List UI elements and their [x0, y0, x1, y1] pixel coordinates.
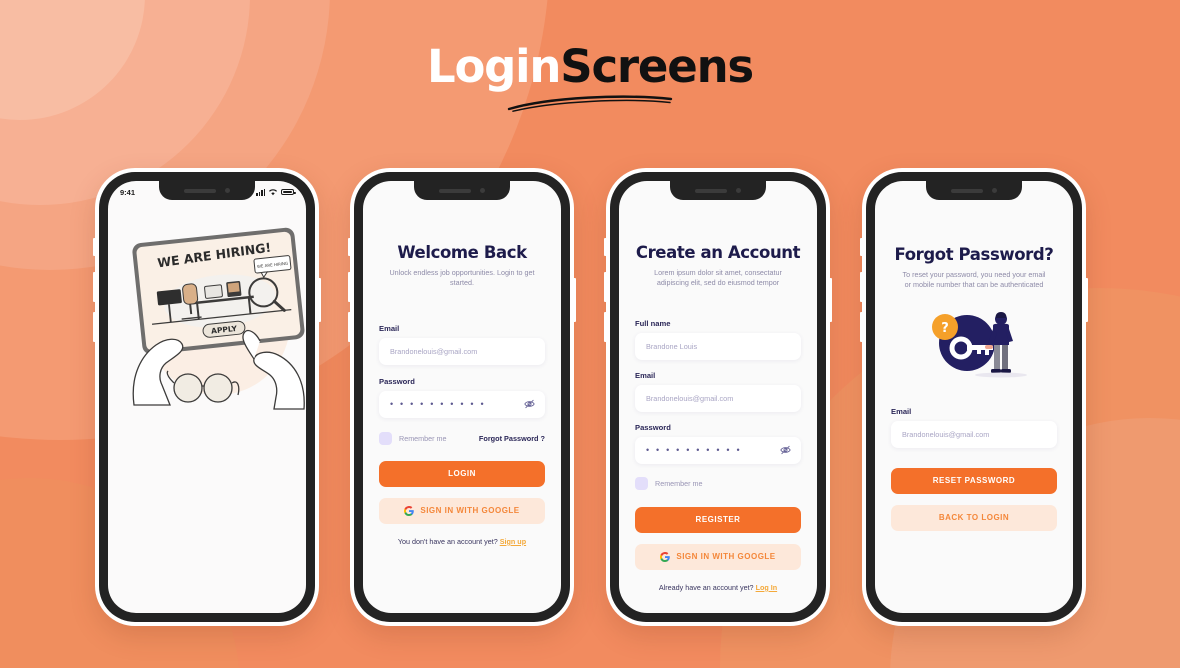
wifi-icon — [269, 189, 277, 196]
front-camera — [736, 188, 741, 193]
phone-power-button[interactable] — [829, 278, 832, 322]
password-input[interactable]: • • • • • • • • • • — [379, 390, 545, 418]
phone-onboarding: 9:41 WE ARE HIRING! WE ARE HIRING APPLY — [93, 168, 321, 626]
phone-volume-down[interactable] — [860, 312, 863, 342]
eye-off-icon[interactable] — [524, 399, 535, 409]
email-input[interactable]: Brandonelouis@gmail.com — [635, 384, 801, 412]
phone-mute-switch[interactable] — [604, 238, 607, 256]
phone-volume-up[interactable] — [93, 272, 96, 302]
phone-volume-down[interactable] — [348, 312, 351, 342]
back-to-login-button[interactable]: BACK TO LOGIN — [891, 504, 1057, 531]
email-placeholder: Brandonelouis@gmail.com — [390, 346, 478, 356]
status-time: 9:41 — [120, 187, 136, 197]
email-placeholder: Brandonelouis@gmail.com — [902, 429, 990, 439]
password-value: • • • • • • • • • • — [390, 399, 486, 410]
phone-volume-up[interactable] — [348, 272, 351, 302]
front-camera — [992, 188, 997, 193]
email-placeholder: Brandonelouis@gmail.com — [646, 393, 734, 403]
google-sign-in-label: SIGN IN WITH GOOGLE — [420, 506, 520, 516]
poster-canvas: LoginScreens 9:41 WE ARE HIRING! WE ARE … — [0, 0, 1180, 668]
forgot-heading: Forgot Password? — [894, 245, 1054, 264]
speaker-grille — [184, 188, 216, 193]
google-icon — [404, 505, 415, 516]
fullname-label: Full name — [635, 318, 671, 328]
phone-volume-down[interactable] — [93, 312, 96, 342]
battery-icon — [281, 188, 296, 196]
phone-notch — [159, 181, 255, 200]
register-button[interactable]: REGISTER — [635, 506, 801, 533]
google-sign-in-button[interactable]: SIGN IN WITH GOOGLE — [379, 497, 545, 524]
phone-mute-switch[interactable] — [348, 238, 351, 256]
phone-login: Welcome Back Unlock endless job opportun… — [348, 168, 576, 626]
title-underline-swoosh — [507, 95, 673, 112]
login-subtitle: Unlock endless job opportunities. Login … — [389, 268, 535, 288]
title-word-login: Login — [426, 40, 561, 93]
password-label: Password — [635, 422, 671, 432]
phone-notch — [926, 181, 1022, 200]
phone-volume-up[interactable] — [860, 272, 863, 302]
phone-power-button[interactable] — [1085, 278, 1088, 322]
fullname-placeholder: Brandone Louis — [646, 341, 698, 351]
fullname-input[interactable]: Brandone Louis — [635, 332, 801, 360]
question-mark-badge: ? — [941, 321, 949, 336]
password-value: • • • • • • • • • • — [646, 445, 742, 456]
speaker-grille — [695, 188, 727, 193]
reset-password-button[interactable]: RESET PASSWORD — [891, 467, 1057, 494]
remember-me-label: Remember me — [655, 478, 703, 488]
email-input[interactable]: Brandonelouis@gmail.com — [891, 420, 1057, 448]
password-label: Password — [379, 376, 415, 386]
speaker-grille — [439, 188, 471, 193]
remember-me-label: Remember me — [399, 433, 447, 443]
phone-register: Create an Account Lorem ipsum dolor sit … — [604, 168, 832, 626]
remember-me-checkbox[interactable] — [379, 431, 392, 445]
poster-title: LoginScreens — [0, 44, 1180, 112]
phone-mute-switch[interactable] — [860, 238, 863, 256]
register-heading: Create an Account — [635, 243, 801, 262]
login-button[interactable]: LOGIN — [379, 460, 545, 487]
forgot-password-link[interactable]: Forgot Password ? — [479, 434, 545, 443]
phone-notch — [670, 181, 766, 200]
login-heading: Welcome Back — [397, 243, 527, 262]
phone-notch — [414, 181, 510, 200]
phone-power-button[interactable] — [573, 278, 576, 322]
signup-prompt: You don't have an account yet? — [397, 536, 498, 546]
phone-power-button[interactable] — [318, 278, 321, 322]
register-subtitle: Lorem ipsum dolor sit amet, consectatur … — [654, 268, 782, 288]
phone-forgot-password: Forgot Password? To reset your password,… — [860, 168, 1088, 626]
phone-volume-down[interactable] — [604, 312, 607, 342]
phone-volume-up[interactable] — [604, 272, 607, 302]
email-label: Email — [635, 370, 656, 380]
cellular-signal-icon — [256, 188, 265, 196]
front-camera — [225, 188, 230, 193]
login-prompt: Already have an account yet? — [658, 582, 754, 592]
email-label: Email — [379, 323, 400, 333]
google-icon — [660, 551, 671, 562]
email-label: Email — [891, 406, 912, 416]
speaker-grille — [951, 188, 983, 193]
forgot-password-illustration: ? — [891, 303, 1057, 381]
forgot-subtitle: To reset your password, you need your em… — [902, 270, 1046, 290]
password-input[interactable]: • • • • • • • • • • — [635, 436, 801, 464]
signup-link[interactable]: Sign up — [500, 537, 526, 546]
login-link[interactable]: Log In — [756, 583, 778, 592]
phone-mute-switch[interactable] — [93, 238, 96, 256]
front-camera — [480, 188, 485, 193]
email-input[interactable]: Brandonelouis@gmail.com — [379, 337, 545, 365]
remember-me-checkbox[interactable] — [635, 476, 648, 490]
google-sign-in-label: SIGN IN WITH GOOGLE — [676, 552, 776, 562]
hiring-illustration: WE ARE HIRING! WE ARE HIRING APPLY — [108, 205, 306, 415]
google-sign-in-button[interactable]: SIGN IN WITH GOOGLE — [635, 543, 801, 570]
title-word-screens: Screens — [560, 40, 754, 93]
eye-off-icon[interactable] — [780, 445, 791, 455]
